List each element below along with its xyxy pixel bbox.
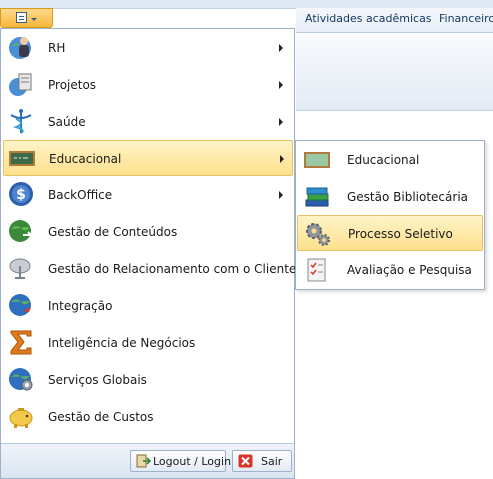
- chevron-right-icon: [280, 155, 284, 163]
- menu-item-projetos[interactable]: Projetos: [3, 67, 293, 103]
- projects-icon: [9, 73, 32, 96]
- menu-item-saude[interactable]: Saúde: [3, 104, 293, 140]
- menu-item-label: Integração: [48, 299, 113, 313]
- app-menu: RH Projetos Saúde Educacional $ BackOffi…: [0, 28, 297, 479]
- logout-login-label: Logout / Login: [153, 455, 232, 468]
- menu-item-label: Educacional: [49, 152, 122, 166]
- submenu-item-label: Educacional: [347, 153, 420, 167]
- menu-item-label: Gestão de Conteúdos: [48, 225, 178, 239]
- menu-item-gestao-conteudos[interactable]: Gestão de Conteúdos: [3, 214, 293, 250]
- ribbon-body: [296, 33, 493, 111]
- menu-list-icon: [16, 12, 27, 23]
- tab-atividades-academicas[interactable]: Atividades acadêmicas: [305, 12, 432, 25]
- dollar-icon: $: [9, 182, 33, 206]
- ribbon-tab-strip: Atividades acadêmicas Financeiro: [296, 8, 493, 33]
- content-globe-icon: [9, 220, 34, 242]
- menu-item-label: RH: [48, 41, 66, 55]
- close-icon: [238, 454, 253, 468]
- app-menu-button[interactable]: [0, 8, 53, 28]
- tab-financeiro[interactable]: Financeiro: [439, 12, 493, 25]
- menu-item-inteligencia-negocios[interactable]: Inteligência de Negócios: [3, 325, 293, 361]
- menu-item-label: Gestão de Custos: [48, 410, 154, 424]
- menu-item-gestao-relacionamento[interactable]: Gestão do Relacionamento com o Cliente: [3, 251, 297, 287]
- menu-item-backoffice[interactable]: $ BackOffice: [3, 177, 293, 213]
- svg-text:$: $: [16, 187, 26, 203]
- chevron-right-icon: [279, 118, 283, 126]
- submenu-educacional: Educacional Gestão Bibliotecária Process…: [295, 140, 485, 290]
- menu-item-educacional[interactable]: Educacional: [3, 140, 293, 176]
- chevron-right-icon: [279, 81, 283, 89]
- globe-arrow-icon: [9, 294, 31, 316]
- menu-item-gestao-custos[interactable]: Gestão de Custos: [3, 399, 293, 435]
- menu-item-label: BackOffice: [48, 188, 113, 202]
- piggy-bank-icon: [9, 408, 33, 428]
- gears-icon: [306, 223, 330, 246]
- menu-item-servicos-globais[interactable]: Serviços Globais: [3, 362, 293, 398]
- checklist-icon: [307, 258, 326, 282]
- menu-footer: Logout / Login Sair: [1, 443, 294, 478]
- exit-label: Sair: [261, 455, 283, 468]
- person-globe-icon: [9, 37, 31, 59]
- chevron-down-icon: [31, 18, 37, 21]
- submenu-item-label: Processo Seletivo: [348, 227, 453, 241]
- submenu-item-educacional[interactable]: Educacional: [297, 142, 483, 178]
- exit-button[interactable]: Sair: [232, 450, 292, 472]
- sigma-icon: [10, 330, 32, 355]
- books-icon: [305, 187, 329, 207]
- submenu-item-processo-seletivo[interactable]: Processo Seletivo: [297, 215, 483, 251]
- submenu-item-label: Avaliação e Pesquisa: [347, 263, 472, 277]
- caduceus-icon: [10, 109, 32, 134]
- chevron-right-icon: [279, 191, 283, 199]
- menu-item-label: Serviços Globais: [48, 373, 147, 387]
- satellite-dish-icon: [9, 258, 31, 279]
- chalkboard-icon: [304, 152, 330, 168]
- submenu-item-avaliacao-pesquisa[interactable]: Avaliação e Pesquisa: [297, 252, 483, 288]
- menu-item-label: Projetos: [48, 78, 97, 92]
- chevron-right-icon: [279, 44, 283, 52]
- menu-item-rh[interactable]: RH: [3, 30, 293, 66]
- chalkboard-icon: [9, 151, 35, 166]
- logout-icon: [136, 454, 151, 468]
- menu-item-label: Inteligência de Negócios: [48, 336, 196, 350]
- logout-login-button[interactable]: Logout / Login: [130, 450, 231, 472]
- menu-item-integracao[interactable]: Integração: [3, 288, 293, 324]
- menu-item-label: Gestão do Relacionamento com o Cliente: [48, 262, 297, 276]
- submenu-item-label: Gestão Bibliotecária: [347, 190, 469, 204]
- menu-item-label: Saúde: [48, 115, 86, 129]
- globe-gear-icon: [9, 368, 33, 391]
- submenu-item-gestao-bibliotecaria[interactable]: Gestão Bibliotecária: [297, 179, 483, 215]
